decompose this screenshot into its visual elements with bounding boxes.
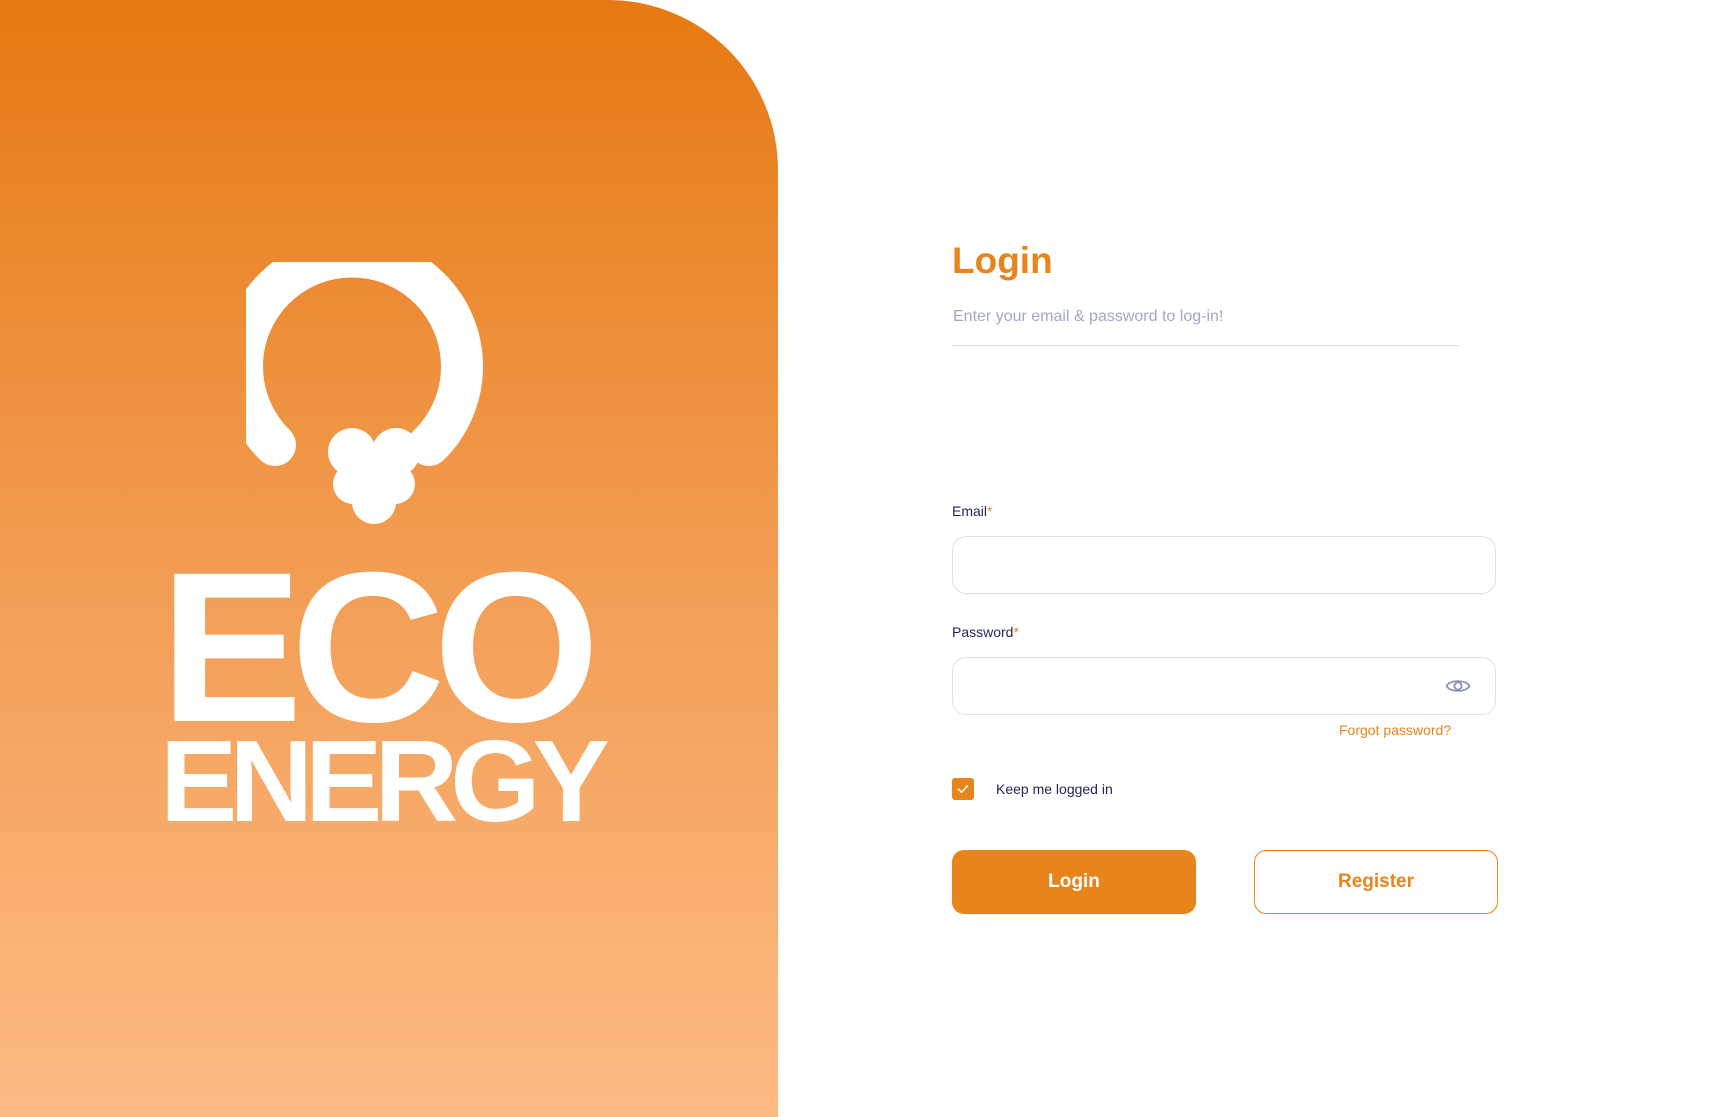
login-page: ECO ENERGY Login Enter your email & pass… — [0, 0, 1728, 1117]
email-label-text: Email — [952, 503, 988, 519]
required-marker: * — [987, 503, 993, 519]
keep-logged-in-toggle[interactable]: Keep me logged in — [952, 778, 1113, 800]
password-field-box — [952, 657, 1496, 715]
email-field-box — [952, 536, 1496, 594]
keep-logged-in-label: Keep me logged in — [996, 781, 1113, 797]
forgot-password-link[interactable]: Forgot password? — [1339, 722, 1451, 738]
required-marker: * — [1013, 624, 1019, 640]
password-label-text: Password — [952, 624, 1014, 640]
login-button[interactable]: Login — [952, 850, 1196, 914]
email-label: Email* — [952, 503, 992, 519]
page-title: Login — [952, 240, 1053, 281]
page-subtitle: Enter your email & password to log-in! — [953, 308, 1224, 325]
logo-wordmark-energy: ENERGY — [160, 716, 610, 846]
login-form: Login Enter your email & password to log… — [952, 0, 1552, 1117]
checkmark-icon — [957, 785, 969, 793]
email-field[interactable] — [953, 537, 1495, 593]
password-field[interactable] — [953, 658, 1495, 714]
eye-icon[interactable] — [1445, 677, 1471, 695]
password-label: Password* — [952, 624, 1019, 640]
keep-logged-in-checkbox[interactable] — [952, 778, 974, 800]
register-button[interactable]: Register — [1254, 850, 1498, 914]
divider — [952, 345, 1460, 346]
lightbulb-icon — [246, 262, 483, 524]
brand-panel: ECO ENERGY — [0, 0, 778, 1117]
